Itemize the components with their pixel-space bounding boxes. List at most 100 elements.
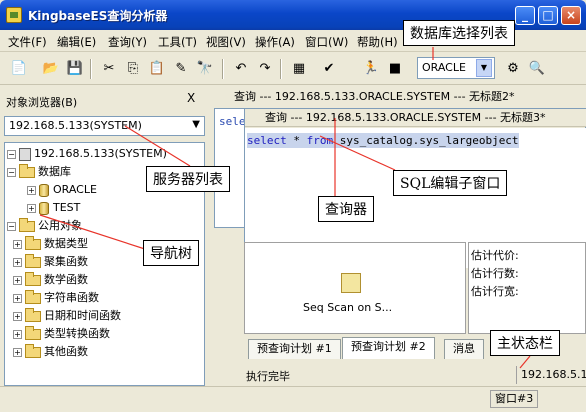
tab-plan-1[interactable]: 预查询计划 #1 bbox=[248, 339, 341, 359]
check-icon[interactable]: ✔ bbox=[320, 60, 338, 78]
tree-item-aggregate-functions[interactable]: + 聚集函数 bbox=[13, 253, 88, 271]
database-icon bbox=[39, 201, 49, 215]
tree-item-public-objects[interactable]: − 公用对象 bbox=[7, 217, 82, 235]
query-window-2-title[interactable]: 查询 --- 192.168.5.133.ORACLE.SYSTEM --- 无… bbox=[245, 109, 586, 127]
tree-label: ORACLE bbox=[53, 183, 97, 196]
estimate-width: 估计行宽: bbox=[471, 285, 519, 298]
database-icon bbox=[39, 183, 49, 197]
search-icon[interactable]: 🔍 bbox=[528, 60, 546, 78]
server-combo-value: 192.168.5.133(SYSTEM) bbox=[9, 119, 142, 132]
tree-item-conversion-functions[interactable]: + 类型转换函数 bbox=[13, 325, 110, 343]
chevron-down-icon[interactable]: ▼ bbox=[192, 119, 200, 130]
menu-operate[interactable]: 操作(A) bbox=[255, 34, 295, 50]
menu-view[interactable]: 视图(V) bbox=[206, 34, 246, 50]
tree-item-databases[interactable]: − 数据库 bbox=[7, 163, 71, 181]
folder-icon bbox=[25, 253, 41, 268]
find-icon[interactable]: 🔭 bbox=[196, 60, 214, 78]
estimate-rows: 估计行数: bbox=[471, 267, 519, 280]
expander-icon[interactable]: + bbox=[13, 275, 22, 285]
object-browser-title: 对象浏览器(B) bbox=[6, 96, 78, 109]
tree-item-test[interactable]: + TEST bbox=[27, 199, 80, 217]
expander-icon[interactable]: + bbox=[13, 329, 22, 339]
execute-icon[interactable]: 🏃 bbox=[362, 60, 380, 78]
menu-help[interactable]: 帮助(H) bbox=[357, 34, 398, 50]
sql-statement: select * from sys_catalog.sys_largeobjec… bbox=[247, 133, 519, 148]
query-window-1-title[interactable]: 查询 --- 192.168.5.133.ORACLE.SYSTEM --- 无… bbox=[214, 88, 586, 106]
folder-icon bbox=[25, 307, 41, 322]
window-indicator: 窗口#3 bbox=[490, 390, 539, 408]
results-grid-icon[interactable]: ▦ bbox=[290, 60, 308, 78]
plan-node-label: Seq Scan on S... bbox=[303, 301, 393, 314]
menu-file[interactable]: 文件(F) bbox=[8, 34, 47, 50]
close-button[interactable]: × bbox=[561, 6, 581, 25]
tree-item-string-functions[interactable]: + 字符串函数 bbox=[13, 289, 99, 307]
query-plan-view: Seq Scan on S... bbox=[244, 242, 466, 334]
expander-icon[interactable]: + bbox=[13, 257, 22, 267]
expander-icon[interactable]: − bbox=[7, 221, 16, 231]
tree-label: 聚集函数 bbox=[44, 255, 88, 268]
menu-edit[interactable]: 编辑(E) bbox=[57, 34, 96, 50]
expander-icon[interactable]: − bbox=[7, 149, 16, 159]
undo-icon[interactable]: ↶ bbox=[232, 60, 250, 78]
menu-tools[interactable]: 工具(T) bbox=[158, 34, 197, 50]
annotation-server-list: 服务器列表 bbox=[146, 166, 230, 192]
annotation-sql-editor: SQL编辑子窗口 bbox=[393, 170, 508, 196]
folder-icon bbox=[25, 235, 41, 250]
database-select[interactable]: ORACLE ▼ bbox=[417, 57, 495, 79]
edit-icon[interactable]: ✎ bbox=[172, 60, 190, 78]
status-connection: 192.168.5.133. bbox=[516, 366, 586, 384]
folder-icon bbox=[19, 217, 35, 232]
minimize-button[interactable]: _ bbox=[515, 6, 535, 25]
server-icon bbox=[19, 147, 31, 161]
server-combo[interactable]: 192.168.5.133(SYSTEM) ▼ bbox=[4, 116, 205, 136]
tree-label: 字符串函数 bbox=[44, 291, 99, 304]
expander-icon[interactable]: + bbox=[13, 293, 22, 303]
sql-star: * bbox=[286, 134, 307, 147]
status-text: 执行完毕 bbox=[246, 370, 290, 383]
menu-query[interactable]: 查询(Y) bbox=[108, 34, 147, 50]
cut-icon[interactable]: ✂ bbox=[100, 60, 118, 78]
annotation-nav-tree: 导航树 bbox=[143, 240, 199, 266]
tree-item-datetime-functions[interactable]: + 日期和时间函数 bbox=[13, 307, 121, 325]
expander-icon[interactable]: + bbox=[13, 347, 22, 357]
tree-label: 类型转换函数 bbox=[44, 327, 110, 340]
query-window-1-sql: sele bbox=[219, 115, 246, 128]
tree-item-server[interactable]: − 192.168.5.133(SYSTEM) bbox=[7, 145, 167, 163]
object-icon[interactable]: ⚙ bbox=[504, 60, 522, 78]
copy-icon[interactable]: ⎘ bbox=[124, 60, 142, 78]
redo-icon[interactable]: ↷ bbox=[256, 60, 274, 78]
tree-label: 数据类型 bbox=[44, 237, 88, 250]
sql-keyword: from bbox=[306, 134, 334, 147]
menu-window[interactable]: 窗口(W) bbox=[305, 34, 348, 50]
tree-item-other-functions[interactable]: + 其他函数 bbox=[13, 343, 88, 361]
database-select-value: ORACLE bbox=[422, 61, 466, 74]
paste-icon[interactable]: 📋 bbox=[148, 60, 166, 78]
tree-label: 日期和时间函数 bbox=[44, 309, 121, 322]
folder-icon bbox=[19, 163, 35, 178]
plan-node-icon[interactable] bbox=[341, 273, 361, 293]
window-title: KingbaseES查询分析器 bbox=[28, 9, 168, 23]
tab-messages[interactable]: 消息 bbox=[444, 339, 484, 359]
tree-item-oracle[interactable]: + ORACLE bbox=[27, 181, 97, 199]
tab-plan-2[interactable]: 预查询计划 #2 bbox=[342, 337, 435, 359]
expander-icon[interactable]: − bbox=[7, 167, 16, 177]
stop-icon[interactable]: ■ bbox=[386, 60, 404, 78]
object-browser-close-button[interactable]: X bbox=[187, 91, 195, 105]
tree-item-math-functions[interactable]: + 数学函数 bbox=[13, 271, 88, 289]
folder-icon bbox=[25, 343, 41, 358]
save-icon[interactable]: 💾 bbox=[66, 60, 84, 78]
expander-icon[interactable]: + bbox=[27, 203, 36, 213]
chevron-down-icon[interactable]: ▼ bbox=[476, 59, 492, 77]
tree-item-data-types[interactable]: + 数据类型 bbox=[13, 235, 88, 253]
new-query-icon[interactable]: 📄 bbox=[10, 60, 28, 78]
expander-icon[interactable]: + bbox=[13, 239, 22, 249]
toolbar: 📄 📂 💾 ✂ ⎘ 📋 ✎ 🔭 ↶ ↷ ▦ ✔ 🏃 ■ ⚙ 🔍 bbox=[0, 53, 586, 85]
open-icon[interactable]: 📂 bbox=[42, 60, 60, 78]
app-icon bbox=[6, 7, 22, 23]
annotation-db-select-list: 数据库选择列表 bbox=[403, 20, 515, 46]
folder-icon bbox=[25, 271, 41, 286]
expander-icon[interactable]: + bbox=[27, 185, 36, 195]
expander-icon[interactable]: + bbox=[13, 311, 22, 321]
sql-table: sys_catalog.sys_largeobject bbox=[333, 134, 519, 147]
maximize-button[interactable]: □ bbox=[538, 6, 558, 25]
